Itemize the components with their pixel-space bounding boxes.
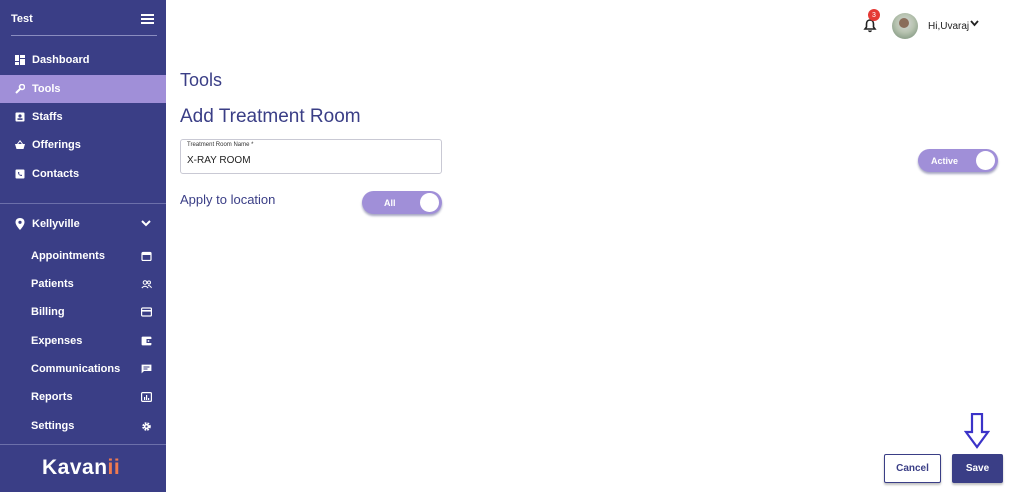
people-icon	[141, 279, 152, 289]
location-pin-icon	[15, 218, 25, 230]
sidebar-divider	[0, 444, 166, 445]
chat-icon	[141, 364, 152, 374]
sidebar-item-label: Appointments	[31, 250, 105, 262]
toggle-knob	[976, 151, 995, 170]
sidebar-item-label: Contacts	[32, 168, 80, 180]
sidebar-item-label: Patients	[31, 278, 74, 290]
chart-icon	[141, 392, 153, 403]
location-name: Kellyville	[32, 218, 80, 230]
sidebar-item-contacts[interactable]: Contacts	[0, 160, 166, 188]
sidebar-item-communications[interactable]: Communications	[0, 355, 166, 383]
sidebar-item-expenses[interactable]: Expenses	[0, 327, 166, 355]
chevron-down-icon[interactable]	[970, 19, 979, 29]
sidebar-item-label: Staffs	[32, 111, 63, 123]
avatar[interactable]	[892, 13, 918, 39]
sidebar-item-label: Reports	[31, 391, 73, 403]
sidebar-item-label: Offerings	[32, 139, 81, 151]
active-status-toggle[interactable]: Active	[918, 149, 998, 172]
toggle-knob	[420, 193, 439, 212]
sidebar-item-label: Expenses	[31, 335, 83, 347]
field-label: Treatment Room Name *	[187, 142, 254, 148]
toggle-label: All	[384, 197, 396, 208]
sidebar-divider	[0, 203, 166, 204]
apply-location-toggle[interactable]: All	[362, 191, 442, 214]
phone-book-icon	[15, 169, 25, 179]
treatment-room-name-field[interactable]: Treatment Room Name *	[180, 139, 442, 174]
sidebar-item-tools[interactable]: Tools	[0, 75, 166, 103]
sidebar-item-appointments[interactable]: Appointments	[0, 242, 166, 270]
sidebar-header: Test	[11, 0, 157, 36]
page-title: Tools	[180, 70, 223, 90]
wallet-icon	[141, 336, 152, 346]
org-title: Test	[11, 13, 33, 25]
card-icon	[141, 307, 153, 317]
notification-badge: 3	[868, 9, 880, 21]
sidebar-item-label: Tools	[32, 83, 61, 95]
sidebar: Test Dashboard Tools Staffs Offerings Co…	[0, 0, 166, 492]
save-button[interactable]: Save	[952, 454, 1003, 483]
arrow-down-icon	[963, 412, 991, 449]
user-greeting[interactable]: Hi,Uvaraj	[928, 21, 969, 32]
section-title: Add Treatment Room	[180, 106, 361, 127]
sidebar-item-patients[interactable]: Patients	[0, 270, 166, 298]
sidebar-item-staffs[interactable]: Staffs	[0, 103, 166, 131]
apply-to-location-label: Apply to location	[180, 192, 276, 207]
sidebar-item-label: Dashboard	[32, 54, 90, 66]
sidebar-item-billing[interactable]: Billing	[0, 298, 166, 326]
sidebar-item-dashboard[interactable]: Dashboard	[0, 46, 166, 74]
gear-icon	[141, 421, 152, 431]
sidebar-item-reports[interactable]: Reports	[0, 383, 166, 411]
sidebar-item-label: Communications	[31, 363, 121, 375]
wrench-icon	[15, 84, 25, 94]
cancel-button[interactable]: Cancel	[884, 454, 941, 483]
sidebar-item-label: Settings	[31, 420, 75, 432]
basket-icon	[15, 140, 25, 150]
hamburger-menu-icon[interactable]	[141, 14, 154, 24]
dashboard-icon	[15, 55, 25, 65]
sidebar-item-settings[interactable]: Settings	[0, 412, 166, 440]
sidebar-item-offerings[interactable]: Offerings	[0, 131, 166, 159]
badge-icon	[15, 112, 25, 122]
calendar-icon	[141, 251, 152, 262]
toggle-label: Active	[931, 155, 959, 166]
chevron-down-icon[interactable]	[141, 219, 151, 230]
kavanii-logo: Kavanii	[42, 456, 121, 479]
sidebar-item-label: Billing	[31, 306, 65, 318]
treatment-room-name-input[interactable]	[187, 152, 432, 168]
